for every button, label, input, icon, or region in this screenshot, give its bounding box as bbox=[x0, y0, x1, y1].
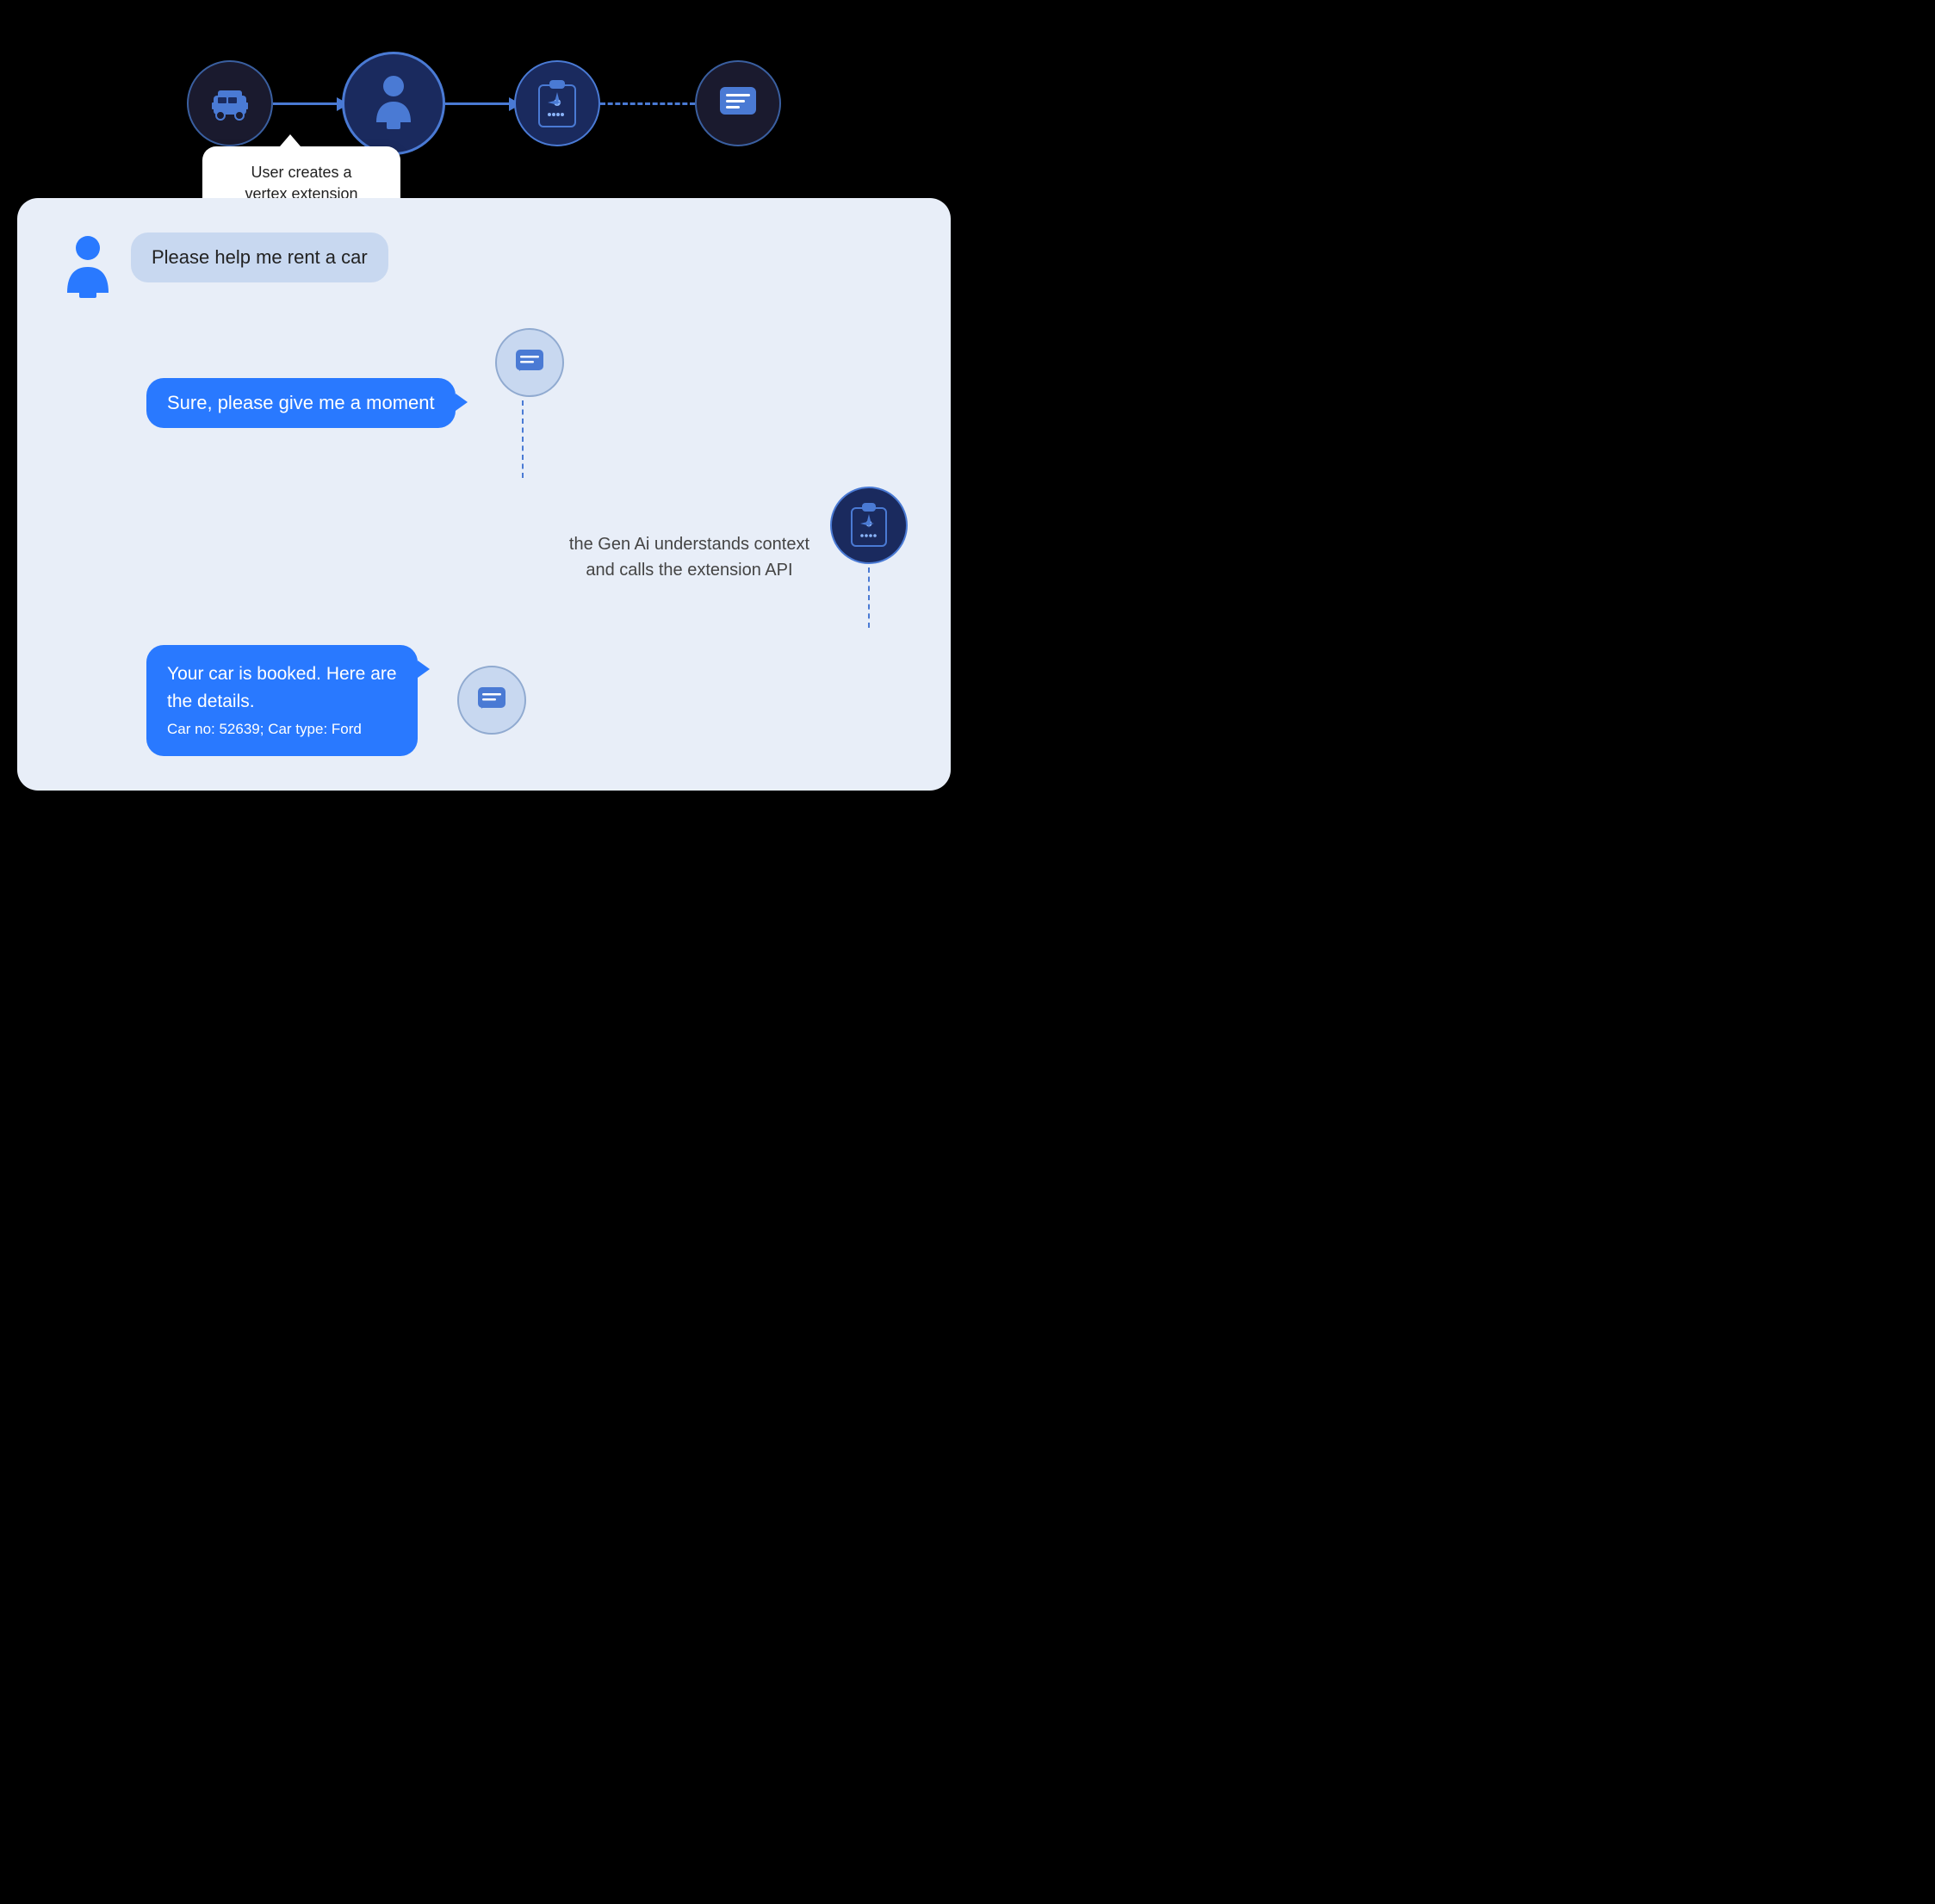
context-text-line2: and calls the extension API bbox=[569, 557, 809, 583]
connector-person-clipboard bbox=[445, 102, 514, 105]
top-section: User creates a vertex extension for a ca… bbox=[0, 0, 968, 198]
clipboard-icon-chat bbox=[847, 501, 891, 549]
ai-response2-line2: the details. bbox=[167, 688, 397, 716]
taxi-node bbox=[187, 60, 273, 146]
person-icon bbox=[368, 72, 419, 134]
ai-response1-text: Sure, please give me a moment bbox=[167, 392, 435, 413]
tooltip-line1: User creates a bbox=[251, 164, 351, 181]
ai-response1-row: Sure, please give me a moment bbox=[146, 328, 908, 478]
clipboard-node bbox=[514, 60, 600, 146]
connector-clipboard-chat bbox=[600, 102, 695, 105]
flow-diagram: User creates a vertex extension for a ca… bbox=[52, 34, 916, 172]
ai-response1-right bbox=[481, 328, 564, 478]
taxi-icon bbox=[207, 80, 253, 127]
chat-node bbox=[695, 60, 781, 146]
context-row: the Gen Ai understands context and calls… bbox=[60, 487, 908, 628]
ai-response2-line3: Car no: 52639; Car type: Ford bbox=[167, 718, 397, 741]
user-avatar bbox=[60, 233, 115, 304]
user-message-row: Please help me rent a car bbox=[60, 233, 908, 304]
chat-icon-node-1 bbox=[495, 328, 564, 397]
chat-icon-node-2 bbox=[457, 666, 526, 735]
user-message-text: Please help me rent a car bbox=[152, 246, 368, 268]
ai-response2-row: Your car is booked. Here are the details… bbox=[146, 645, 908, 756]
clipboard-node-chat bbox=[830, 487, 908, 564]
ai-response2-line1: Your car is booked. Here are bbox=[167, 661, 397, 688]
context-text-line1: the Gen Ai understands context bbox=[569, 531, 809, 557]
chat-icon bbox=[715, 80, 761, 127]
user-message-bubble: Please help me rent a car bbox=[131, 233, 388, 282]
connector-taxi-person bbox=[273, 102, 342, 105]
context-text-block: the Gen Ai understands context and calls… bbox=[569, 531, 809, 583]
dashed-v-line-2 bbox=[868, 567, 870, 628]
user-person-icon bbox=[60, 233, 115, 300]
person-node bbox=[342, 52, 445, 155]
chat-section: Please help me rent a car Sure, please g… bbox=[17, 198, 951, 791]
dashed-v-line-1 bbox=[522, 400, 524, 478]
chat-bubble-icon-2 bbox=[474, 683, 509, 717]
ai-response2-right bbox=[443, 666, 526, 735]
ai-response2-bubble: Your car is booked. Here are the details… bbox=[146, 645, 418, 756]
clipboard-icon bbox=[532, 77, 582, 130]
ai-response1-bubble: Sure, please give me a moment bbox=[146, 378, 456, 428]
chat-bubble-icon-1 bbox=[512, 345, 547, 380]
